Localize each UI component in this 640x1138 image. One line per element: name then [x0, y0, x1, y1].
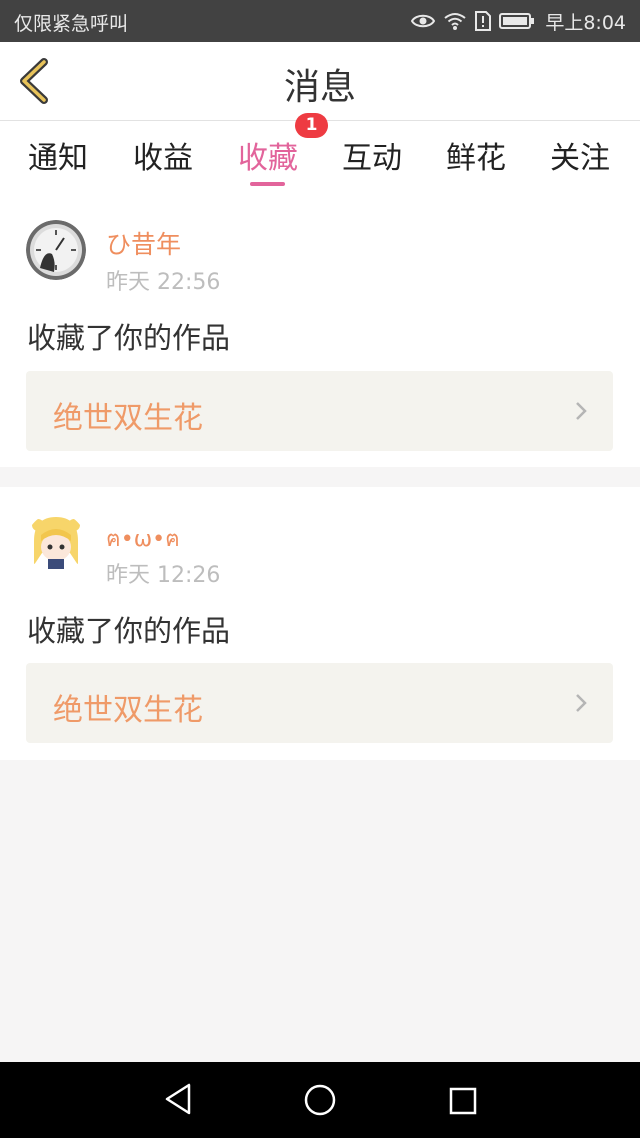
timestamp: 昨天 12:26 — [106, 563, 221, 588]
status-bar: 仅限紧急呼叫 早上8:04 — [0, 0, 640, 42]
username[interactable]: ฅ•ω•ฅ — [106, 521, 180, 556]
notification-message: 收藏了你的作品 — [27, 614, 231, 648]
eye-icon — [411, 13, 436, 29]
back-triangle-icon[interactable] — [164, 1082, 192, 1120]
work-title: 绝世双生花 — [53, 401, 203, 436]
tab-interactions[interactable]: 互动 — [320, 133, 424, 177]
home-circle-icon[interactable] — [304, 1084, 336, 1120]
carrier-text: 仅限紧急呼叫 — [14, 13, 129, 35]
tab-notifications[interactable]: 通知 — [6, 133, 110, 177]
tab-favorites[interactable]: 收藏 — [216, 133, 320, 177]
favorites-count-badge: 1 — [295, 113, 328, 138]
tab-follows[interactable]: 关注 — [528, 133, 632, 177]
tab-earnings[interactable]: 收益 — [111, 133, 215, 177]
status-time: 早上8:04 — [545, 11, 626, 34]
work-link[interactable]: 绝世双生花 — [26, 371, 613, 451]
tab-flowers[interactable]: 鲜花 — [424, 133, 528, 177]
header-bar: 消息 — [0, 42, 640, 121]
notification-card: ฅ•ω•ฅ 昨天 12:26 收藏了你的作品 绝世双生花 — [0, 487, 640, 760]
status-icons: 早上8:04 — [411, 8, 626, 34]
notification-message: 收藏了你的作品 — [27, 321, 231, 355]
timestamp: 昨天 22:56 — [106, 270, 221, 295]
sim-alert-icon — [475, 11, 492, 31]
page-title: 消息 — [283, 67, 356, 108]
work-title: 绝世双生花 — [53, 693, 203, 728]
system-nav-bar — [0, 1062, 640, 1138]
avatar[interactable] — [26, 220, 86, 280]
recents-square-icon[interactable] — [449, 1087, 477, 1119]
notification-card: ひ昔年 昨天 22:56 收藏了你的作品 绝世双生花 — [0, 189, 640, 467]
active-tab-indicator — [250, 182, 285, 186]
chevron-right-icon — [575, 693, 587, 717]
wifi-icon — [443, 11, 467, 31]
battery-icon — [499, 12, 535, 30]
username[interactable]: ひ昔年 — [106, 225, 181, 261]
work-link[interactable]: 绝世双生花 — [26, 663, 613, 743]
chevron-right-icon — [575, 401, 587, 425]
avatar[interactable] — [26, 513, 86, 573]
